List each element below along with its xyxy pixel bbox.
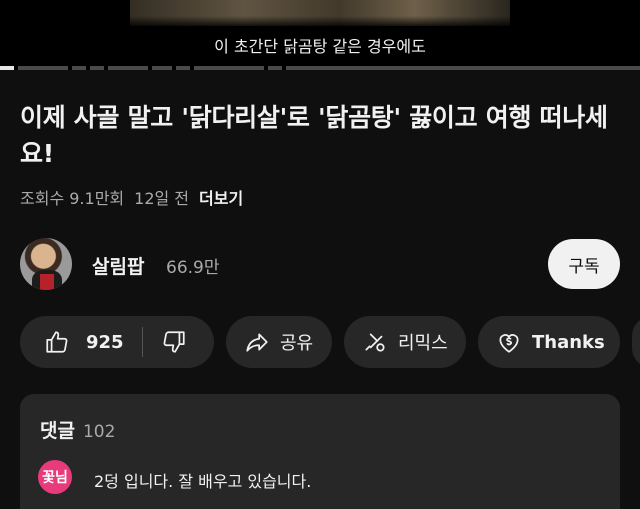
remix-button[interactable]: 리믹스 xyxy=(344,316,466,368)
like-dislike-group: 925 xyxy=(20,316,214,368)
video-player[interactable]: 이 초간단 닭곰탕 같은 경우에도 xyxy=(0,0,640,70)
progress-played xyxy=(0,66,14,70)
comments-count: 102 xyxy=(82,422,116,442)
video-frame xyxy=(130,0,510,26)
action-bar: 925 공유 리믹스 Thanks xyxy=(20,316,640,368)
progress-segment xyxy=(90,66,104,70)
more-actions-button[interactable] xyxy=(632,316,640,368)
progress-segment xyxy=(72,66,86,70)
comments-label: 댓글 xyxy=(40,420,75,442)
progress-segment xyxy=(176,66,190,70)
like-divider xyxy=(141,327,143,357)
subscribe-button[interactable]: 구독 xyxy=(548,239,620,289)
view-count: 조회수 9.1만회 xyxy=(20,189,125,208)
progress-segment xyxy=(286,66,640,70)
subscriber-count: 66.9만 xyxy=(166,258,220,278)
comments-panel[interactable]: 댓글 102 꽃님 2덩 입니다. 잘 배우고 있습니다. xyxy=(20,394,620,509)
progress-segment xyxy=(18,66,68,70)
share-button[interactable]: 공유 xyxy=(226,316,332,368)
video-caption: 이 초간단 닭곰탕 같은 경우에도 xyxy=(214,37,426,56)
thanks-button[interactable]: Thanks xyxy=(478,316,620,368)
video-title: 이제 사골 말고 '닭다리살'로 '닭곰탕' 끓이고 여행 떠나세요! xyxy=(20,103,608,168)
heart-dollar-icon xyxy=(496,329,522,355)
avatar-detail xyxy=(40,274,54,290)
share-label: 공유 xyxy=(280,333,314,354)
remix-icon xyxy=(362,329,388,355)
thumbs-down-icon[interactable] xyxy=(161,329,187,355)
thanks-label: Thanks xyxy=(532,331,605,353)
like-count: 925 xyxy=(86,331,124,353)
top-comment-text: 2덩 입니다. 잘 배우고 있습니다. xyxy=(94,472,312,491)
comments-header: 댓글 102 xyxy=(40,416,115,443)
upload-age: 12일 전 xyxy=(134,189,190,208)
progress-segment xyxy=(108,66,148,70)
more-button[interactable]: 더보기 xyxy=(199,185,243,209)
channel-row: 살림팝 66.9만 구독 xyxy=(20,236,620,292)
video-meta: 조회수 9.1만회 12일 전 더보기 xyxy=(20,185,243,209)
share-arrow-icon xyxy=(244,329,270,355)
progress-segment xyxy=(152,66,172,70)
channel-avatar[interactable] xyxy=(20,238,72,290)
channel-name[interactable]: 살림팝 xyxy=(92,252,144,279)
remix-label: 리믹스 xyxy=(398,333,448,354)
commenter-avatar: 꽃님 xyxy=(38,460,72,494)
progress-segment xyxy=(194,66,264,70)
progress-segment xyxy=(268,66,282,70)
video-progress-bar[interactable] xyxy=(0,66,640,70)
thumbs-up-icon[interactable] xyxy=(44,329,70,355)
